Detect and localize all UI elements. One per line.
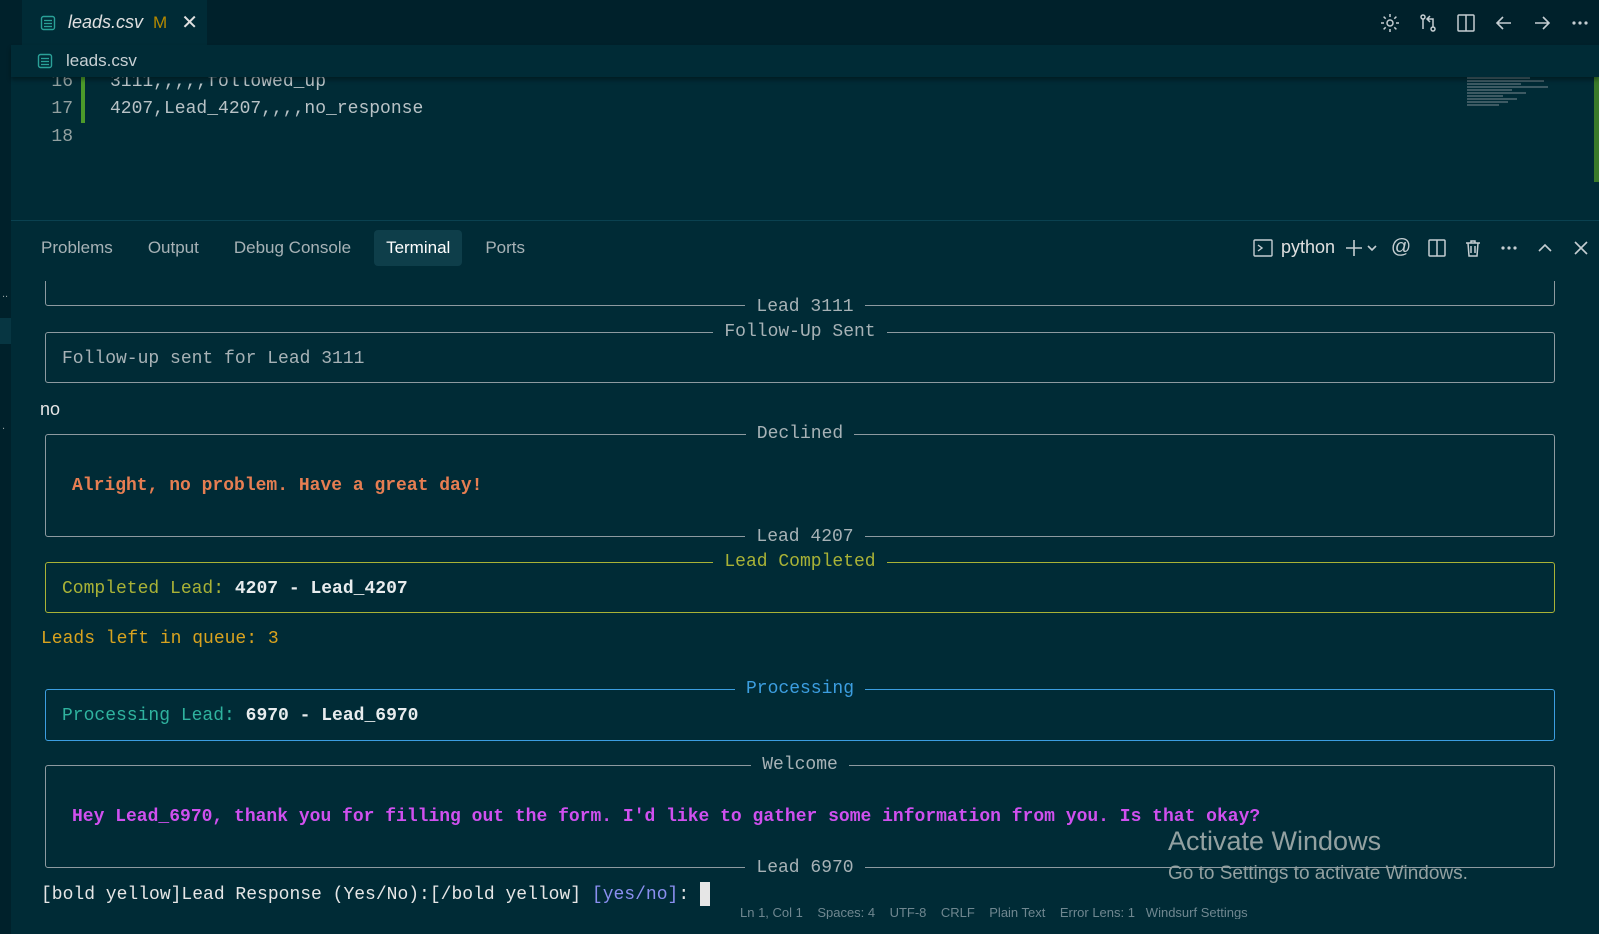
lead-4207-caption: Lead 4207 <box>11 525 1599 549</box>
declined-text: Alright, no problem. Have a great day! <box>72 476 483 496</box>
completed-line: Completed Lead: 4207 - Lead_4207 <box>62 577 408 601</box>
editor-line: 18 <box>11 123 1511 151</box>
completed-label: Completed Lead: <box>62 579 225 599</box>
welcome-text: Hey Lead_6970, thank you for filling out… <box>72 807 1261 827</box>
code-editor[interactable]: 16 3111,,,,,followed_up 17 4207,Lead_420… <box>11 77 1599 220</box>
panel-tabs: Problems Output Debug Console Terminal P… <box>29 229 548 266</box>
completed-box: Lead Completed Completed Lead: 4207 - Le… <box>45 552 1555 613</box>
split-editor-icon[interactable] <box>1447 0 1485 45</box>
terminal-selector[interactable]: python <box>1248 237 1339 259</box>
more-actions-icon[interactable] <box>1491 229 1527 266</box>
editor-line: 17 4207,Lead_4207,,,,no_response <box>11 95 1511 123</box>
close-tab-icon[interactable]: ✕ <box>181 13 198 33</box>
tab-terminal[interactable]: Terminal <box>374 229 463 266</box>
chevron-up-icon[interactable] <box>1527 229 1563 266</box>
lead-3111-caption: Lead 3111 <box>11 295 1599 319</box>
tab-ports[interactable]: Ports <box>473 230 537 266</box>
gear-icon[interactable] <box>1371 0 1409 45</box>
queue-line: Leads left in queue: 3 <box>41 627 279 651</box>
line-text: 3111,,,,,followed_up <box>110 77 327 92</box>
followup-title: Follow-Up Sent <box>46 320 1554 344</box>
queue-label: Leads left in queue: <box>41 629 258 649</box>
panel-toolbar: python @ <box>1248 229 1599 266</box>
followup-box: Follow-Up Sent Follow-up sent for Lead 3… <box>45 322 1555 383</box>
terminal-icon <box>1253 238 1273 257</box>
arrow-right-icon[interactable] <box>1523 0 1561 45</box>
arrow-left-icon[interactable] <box>1485 0 1523 45</box>
line-number: 18 <box>51 127 73 147</box>
welcome-title: Welcome <box>46 753 1554 777</box>
activity-strip: .. . <box>0 0 11 934</box>
breadcrumb-file[interactable]: leads.csv <box>66 51 137 71</box>
watermark-title: Activate Windows <box>1168 826 1382 856</box>
at-mention-icon[interactable]: @ <box>1383 229 1419 266</box>
followup-text: Follow-up sent for Lead 3111 <box>62 349 365 369</box>
tab-output[interactable]: Output <box>136 230 211 266</box>
queue-count: 3 <box>267 629 279 649</box>
line-text: 4207,Lead_4207,,,,no_response <box>110 99 424 119</box>
split-terminal-icon[interactable] <box>1419 229 1455 266</box>
minimap[interactable] <box>1467 77 1557 117</box>
trash-icon[interactable] <box>1455 229 1491 266</box>
editor-scrollbar[interactable] <box>1594 77 1599 182</box>
editor-actions <box>1371 0 1599 45</box>
processing-title: Processing <box>46 677 1554 701</box>
processing-line: Processing Lead: 6970 - Lead_6970 <box>62 704 418 728</box>
processing-box: Processing Processing Lead: 6970 - Lead_… <box>45 679 1555 741</box>
processing-value: 6970 - Lead_6970 <box>245 706 419 726</box>
prompt-text: [bold yellow]Lead Response (Yes/No):[/bo… <box>41 884 582 905</box>
line-number: 17 <box>51 99 73 119</box>
completed-title: Lead Completed <box>46 550 1554 574</box>
editor-line: 16 3111,,,,,followed_up <box>11 77 1511 96</box>
breadcrumb: leads.csv <box>11 45 1599 77</box>
line-number: 16 <box>51 77 73 92</box>
table-file-icon <box>37 53 53 69</box>
terminal-name: python <box>1280 237 1335 257</box>
close-panel-icon[interactable] <box>1563 229 1599 266</box>
input-prompt[interactable]: [bold yellow]Lead Response (Yes/No):[/bo… <box>41 882 710 907</box>
text-cursor <box>699 882 710 906</box>
tab-title: leads.csv <box>68 12 144 32</box>
processing-label: Processing Lead: <box>62 706 235 726</box>
more-actions-icon[interactable] <box>1561 0 1599 45</box>
modified-indicator: M <box>153 12 168 32</box>
watermark-subtitle: Go to Settings to activate Windows. <box>1168 863 1468 884</box>
compare-changes-icon[interactable] <box>1409 0 1447 45</box>
prompt-choices: [yes/no] <box>591 884 679 905</box>
tab-leads-csv[interactable]: leads.csv M ✕ <box>22 0 207 45</box>
prompt-colon: : <box>678 884 690 905</box>
tab-debug-console[interactable]: Debug Console <box>222 230 363 266</box>
user-input-no: no <box>40 399 61 419</box>
declined-box: Declined Alright, no problem. Have a gre… <box>45 424 1555 537</box>
tab-problems[interactable]: Problems <box>29 230 125 266</box>
declined-title: Declined <box>46 422 1554 446</box>
status-bar: Ln 1, Col 1 Spaces: 4 UTF-8 CRLF Plain T… <box>740 905 1248 919</box>
new-terminal-icon[interactable] <box>1339 229 1383 266</box>
completed-value: 4207 - Lead_4207 <box>234 579 408 599</box>
editor-tab-bar: leads.csv M ✕ <box>11 0 1599 45</box>
activation-watermark: Activate Windows Go to Settings to activ… <box>1168 826 1468 885</box>
table-file-icon <box>40 15 56 30</box>
